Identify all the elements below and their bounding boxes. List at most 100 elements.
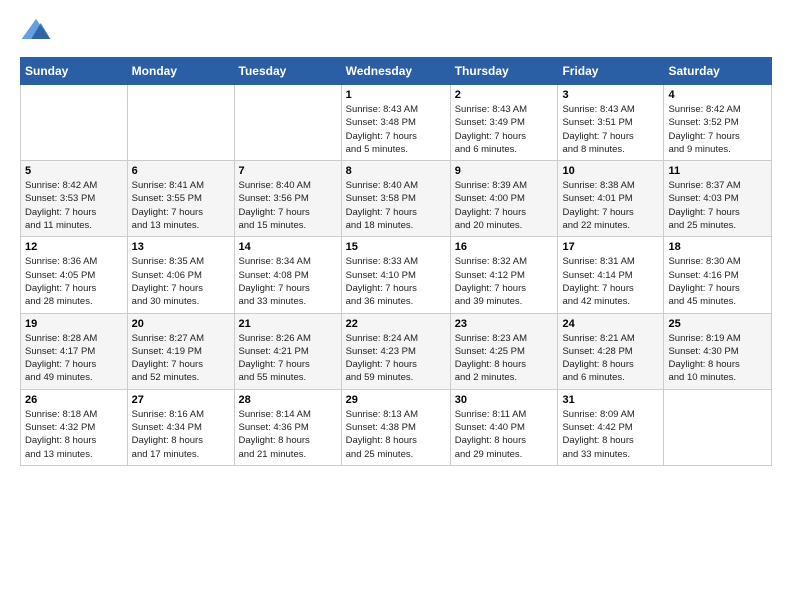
week-row-3: 12 Sunrise: 8:36 AM Sunset: 4:05 PM Dayli… [21,237,772,313]
day-info: Sunrise: 8:40 AM Sunset: 3:58 PM Dayligh… [346,179,446,232]
page: SundayMondayTuesdayWednesdayThursdayFrid… [0,0,792,612]
day-number: 1 [346,89,446,101]
day-number: 31 [562,394,659,406]
day-info: Sunrise: 8:42 AM Sunset: 3:53 PM Dayligh… [25,179,123,232]
weekday-header-saturday: Saturday [664,58,772,85]
calendar-cell: 20Sunrise: 8:27 AM Sunset: 4:19 PM Dayli… [127,313,234,389]
day-info: Sunrise: 8:23 AM Sunset: 4:25 PM Dayligh… [455,332,554,385]
calendar-cell: 2 Sunrise: 8:43 AM Sunset: 3:49 PM Daylig… [450,85,558,161]
day-number: 7 [239,165,337,177]
day-info: Sunrise: 8:30 AM Sunset: 4:16 PM Dayligh… [668,255,767,308]
calendar-cell: 23 Sunrise: 8:23 AM Sunset: 4:25 PM Dayli… [450,313,558,389]
calendar-cell [664,389,772,465]
calendar-cell: 5 Sunrise: 8:42 AM Sunset: 3:53 PM Daylig… [21,161,128,237]
calendar-cell: 26Sunrise: 8:18 AM Sunset: 4:32 PM Dayli… [21,389,128,465]
day-number: 14 [239,241,337,253]
day-info: Sunrise: 8:40 AM Sunset: 3:56 PM Dayligh… [239,179,337,232]
calendar-cell: 27 Sunrise: 8:16 AM Sunset: 4:34 PM Dayli… [127,389,234,465]
day-number: 11 [668,165,767,177]
day-info: Sunrise: 8:42 AM Sunset: 3:52 PM Dayligh… [668,103,767,156]
day-info: Sunrise: 8:14 AM Sunset: 4:36 PM Dayligh… [239,408,337,461]
calendar-body: 1 Sunrise: 8:43 AM Sunset: 3:48 PM Daylig… [21,85,772,466]
weekday-header-wednesday: Wednesday [341,58,450,85]
day-info: Sunrise: 8:43 AM Sunset: 3:48 PM Dayligh… [346,103,446,156]
day-info: Sunrise: 8:09 AM Sunset: 4:42 PM Dayligh… [562,408,659,461]
header [20,15,772,47]
calendar-cell: 7 Sunrise: 8:40 AM Sunset: 3:56 PM Daylig… [234,161,341,237]
calendar-cell: 29 Sunrise: 8:13 AM Sunset: 4:38 PM Dayli… [341,389,450,465]
calendar-cell: 21Sunrise: 8:26 AM Sunset: 4:21 PM Dayli… [234,313,341,389]
calendar-cell: 3Sunrise: 8:43 AM Sunset: 3:51 PM Daylig… [558,85,664,161]
day-number: 6 [132,165,230,177]
day-info: Sunrise: 8:16 AM Sunset: 4:34 PM Dayligh… [132,408,230,461]
day-number: 5 [25,165,123,177]
day-info: Sunrise: 8:36 AM Sunset: 4:05 PM Dayligh… [25,255,123,308]
week-row-2: 5 Sunrise: 8:42 AM Sunset: 3:53 PM Daylig… [21,161,772,237]
day-number: 2 [455,89,554,101]
day-number: 18 [668,241,767,253]
day-info: Sunrise: 8:33 AM Sunset: 4:10 PM Dayligh… [346,255,446,308]
day-number: 16 [455,241,554,253]
day-info: Sunrise: 8:26 AM Sunset: 4:21 PM Dayligh… [239,332,337,385]
day-info: Sunrise: 8:32 AM Sunset: 4:12 PM Dayligh… [455,255,554,308]
day-number: 4 [668,89,767,101]
day-number: 19 [25,318,123,330]
calendar-cell: 4 Sunrise: 8:42 AM Sunset: 3:52 PM Daylig… [664,85,772,161]
day-number: 17 [562,241,659,253]
calendar-cell: 17 Sunrise: 8:31 AM Sunset: 4:14 PM Dayli… [558,237,664,313]
logo [20,15,56,47]
weekday-header-row: SundayMondayTuesdayWednesdayThursdayFrid… [21,58,772,85]
day-number: 29 [346,394,446,406]
day-number: 27 [132,394,230,406]
day-number: 23 [455,318,554,330]
day-number: 22 [346,318,446,330]
calendar-cell: 19 Sunrise: 8:28 AM Sunset: 4:17 PM Dayli… [21,313,128,389]
weekday-header-monday: Monday [127,58,234,85]
day-info: Sunrise: 8:24 AM Sunset: 4:23 PM Dayligh… [346,332,446,385]
day-info: Sunrise: 8:43 AM Sunset: 3:51 PM Dayligh… [562,103,659,156]
calendar-cell: 28 Sunrise: 8:14 AM Sunset: 4:36 PM Dayli… [234,389,341,465]
day-info: Sunrise: 8:38 AM Sunset: 4:01 PM Dayligh… [562,179,659,232]
week-row-4: 19 Sunrise: 8:28 AM Sunset: 4:17 PM Dayli… [21,313,772,389]
calendar-cell: 30Sunrise: 8:11 AM Sunset: 4:40 PM Dayli… [450,389,558,465]
day-number: 8 [346,165,446,177]
calendar-cell: 6Sunrise: 8:41 AM Sunset: 3:55 PM Daylig… [127,161,234,237]
day-info: Sunrise: 8:31 AM Sunset: 4:14 PM Dayligh… [562,255,659,308]
day-info: Sunrise: 8:21 AM Sunset: 4:28 PM Dayligh… [562,332,659,385]
calendar-cell: 25 Sunrise: 8:19 AM Sunset: 4:30 PM Dayli… [664,313,772,389]
week-row-5: 26Sunrise: 8:18 AM Sunset: 4:32 PM Dayli… [21,389,772,465]
weekday-header-thursday: Thursday [450,58,558,85]
weekday-header-tuesday: Tuesday [234,58,341,85]
calendar-cell: 1 Sunrise: 8:43 AM Sunset: 3:48 PM Daylig… [341,85,450,161]
calendar-cell [21,85,128,161]
day-number: 20 [132,318,230,330]
calendar-cell: 8 Sunrise: 8:40 AM Sunset: 3:58 PM Daylig… [341,161,450,237]
calendar-cell: 31 Sunrise: 8:09 AM Sunset: 4:42 PM Dayli… [558,389,664,465]
calendar-cell: 11 Sunrise: 8:37 AM Sunset: 4:03 PM Dayli… [664,161,772,237]
day-number: 24 [562,318,659,330]
weekday-header-sunday: Sunday [21,58,128,85]
calendar-cell: 15 Sunrise: 8:33 AM Sunset: 4:10 PM Dayli… [341,237,450,313]
day-info: Sunrise: 8:28 AM Sunset: 4:17 PM Dayligh… [25,332,123,385]
day-number: 12 [25,241,123,253]
calendar-cell: 13Sunrise: 8:35 AM Sunset: 4:06 PM Dayli… [127,237,234,313]
calendar-cell: 14 Sunrise: 8:34 AM Sunset: 4:08 PM Dayli… [234,237,341,313]
calendar-cell: 24 Sunrise: 8:21 AM Sunset: 4:28 PM Dayli… [558,313,664,389]
calendar-cell: 16 Sunrise: 8:32 AM Sunset: 4:12 PM Dayli… [450,237,558,313]
day-info: Sunrise: 8:34 AM Sunset: 4:08 PM Dayligh… [239,255,337,308]
day-info: Sunrise: 8:19 AM Sunset: 4:30 PM Dayligh… [668,332,767,385]
day-number: 28 [239,394,337,406]
calendar-cell: 12 Sunrise: 8:36 AM Sunset: 4:05 PM Dayli… [21,237,128,313]
day-info: Sunrise: 8:37 AM Sunset: 4:03 PM Dayligh… [668,179,767,232]
day-info: Sunrise: 8:43 AM Sunset: 3:49 PM Dayligh… [455,103,554,156]
day-number: 15 [346,241,446,253]
day-info: Sunrise: 8:13 AM Sunset: 4:38 PM Dayligh… [346,408,446,461]
logo-icon [20,15,52,47]
calendar-cell: 18 Sunrise: 8:30 AM Sunset: 4:16 PM Dayli… [664,237,772,313]
day-info: Sunrise: 8:39 AM Sunset: 4:00 PM Dayligh… [455,179,554,232]
calendar-header: SundayMondayTuesdayWednesdayThursdayFrid… [21,58,772,85]
day-info: Sunrise: 8:11 AM Sunset: 4:40 PM Dayligh… [455,408,554,461]
day-info: Sunrise: 8:18 AM Sunset: 4:32 PM Dayligh… [25,408,123,461]
day-number: 9 [455,165,554,177]
day-number: 25 [668,318,767,330]
